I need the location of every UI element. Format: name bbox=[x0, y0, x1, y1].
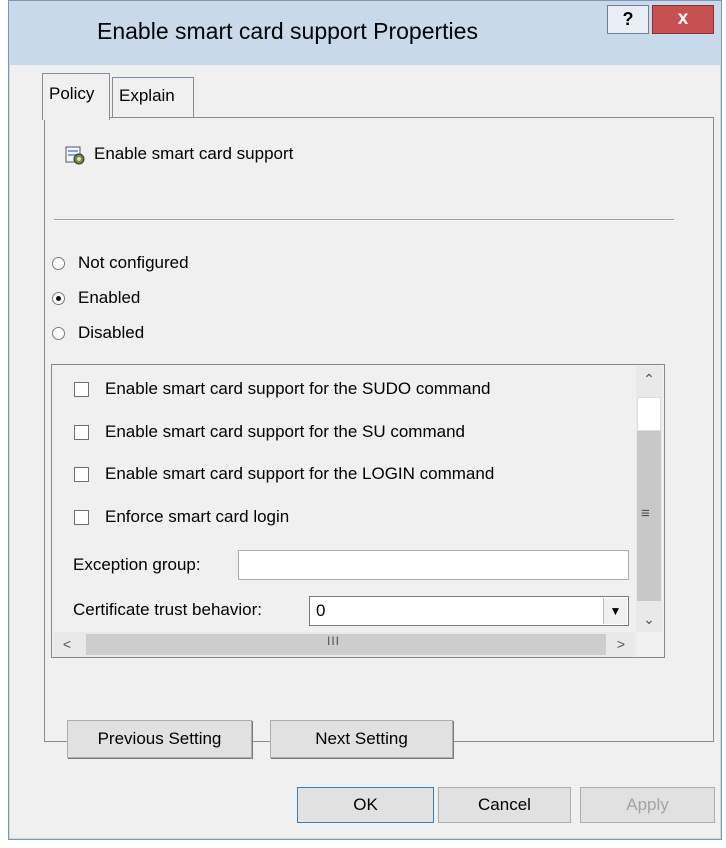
checkbox-label: Enforce smart card login bbox=[105, 507, 290, 526]
grip-icon: ≡ bbox=[641, 505, 650, 522]
tab-policy[interactable]: Policy bbox=[42, 73, 110, 120]
checkbox[interactable] bbox=[74, 424, 89, 440]
dialog-title: Enable smart card support Properties bbox=[97, 18, 478, 44]
help-button[interactable]: ? bbox=[607, 5, 649, 34]
radio-button[interactable] bbox=[52, 256, 65, 270]
scroll-right-icon[interactable]: > bbox=[609, 632, 633, 656]
next-setting-button[interactable]: Next Setting bbox=[270, 720, 453, 758]
radio-enabled[interactable]: Enabled bbox=[52, 287, 140, 309]
radio-label: Enabled bbox=[78, 288, 141, 307]
policy-name: Enable smart card support bbox=[94, 144, 294, 163]
radio-label: Disabled bbox=[78, 323, 145, 342]
options-panel: Enable smart card support for the SUDO c… bbox=[51, 364, 665, 658]
checkbox-label: Enable smart card support for the LOGIN … bbox=[105, 464, 495, 483]
horizontal-scrollbar[interactable]: < III > bbox=[53, 632, 635, 657]
checkbox[interactable] bbox=[74, 466, 89, 482]
checkbox[interactable] bbox=[74, 381, 89, 397]
checkbox-login[interactable]: Enable smart card support for the LOGIN … bbox=[74, 463, 494, 485]
scroll-down-icon[interactable]: ⌄ bbox=[637, 607, 661, 631]
dialog-client-area: Policy Explain Enable smart card support… bbox=[10, 65, 720, 838]
close-button[interactable]: x bbox=[652, 5, 714, 34]
cancel-button[interactable]: Cancel bbox=[438, 787, 571, 823]
previous-setting-button[interactable]: Previous Setting bbox=[67, 720, 252, 758]
properties-dialog: Enable smart card support Properties ? x… bbox=[8, 0, 722, 840]
cert-trust-select[interactable]: 0 ▼ bbox=[309, 596, 629, 626]
policy-settings-icon bbox=[65, 146, 85, 165]
title-bar[interactable]: Enable smart card support Properties ? x bbox=[9, 1, 721, 65]
checkbox-su[interactable]: Enable smart card support for the SU com… bbox=[74, 421, 465, 443]
radio-not-configured[interactable]: Not configured bbox=[52, 252, 189, 274]
cert-trust-label: Certificate trust behavior: bbox=[73, 600, 262, 619]
apply-button[interactable]: Apply bbox=[580, 787, 715, 823]
checkbox-label: Enable smart card support for the SU com… bbox=[105, 422, 465, 441]
scroll-up-icon[interactable]: ⌃ bbox=[637, 367, 661, 391]
checkbox[interactable] bbox=[74, 509, 89, 525]
vertical-scrollbar[interactable]: ⌃ ≡ ⌄ bbox=[636, 366, 662, 632]
policy-tab-panel: Enable smart card support Not configured… bbox=[44, 117, 714, 758]
scroll-thumb-horizontal[interactable] bbox=[86, 634, 606, 655]
close-icon: x bbox=[677, 8, 689, 29]
checkbox-sudo[interactable]: Enable smart card support for the SUDO c… bbox=[74, 378, 491, 400]
radio-label: Not configured bbox=[78, 253, 189, 272]
dropdown-arrow-icon[interactable]: ▼ bbox=[603, 598, 627, 624]
radio-button[interactable] bbox=[52, 326, 65, 340]
grip-icon: III bbox=[327, 634, 341, 648]
checkbox-label: Enable smart card support for the SUDO c… bbox=[105, 379, 491, 398]
separator bbox=[54, 219, 674, 221]
tab-explain[interactable]: Explain bbox=[112, 77, 194, 117]
checkbox-enforce-login[interactable]: Enforce smart card login bbox=[74, 506, 289, 528]
ok-button[interactable]: OK bbox=[297, 787, 434, 823]
scroll-left-icon[interactable]: < bbox=[55, 632, 79, 656]
exception-group-label: Exception group: bbox=[73, 555, 201, 574]
scroll-track-upper[interactable] bbox=[637, 397, 661, 431]
radio-disabled[interactable]: Disabled bbox=[52, 322, 144, 344]
exception-group-field[interactable] bbox=[238, 550, 629, 580]
radio-button-selected[interactable] bbox=[52, 291, 65, 305]
cert-trust-value: 0 bbox=[316, 601, 326, 620]
